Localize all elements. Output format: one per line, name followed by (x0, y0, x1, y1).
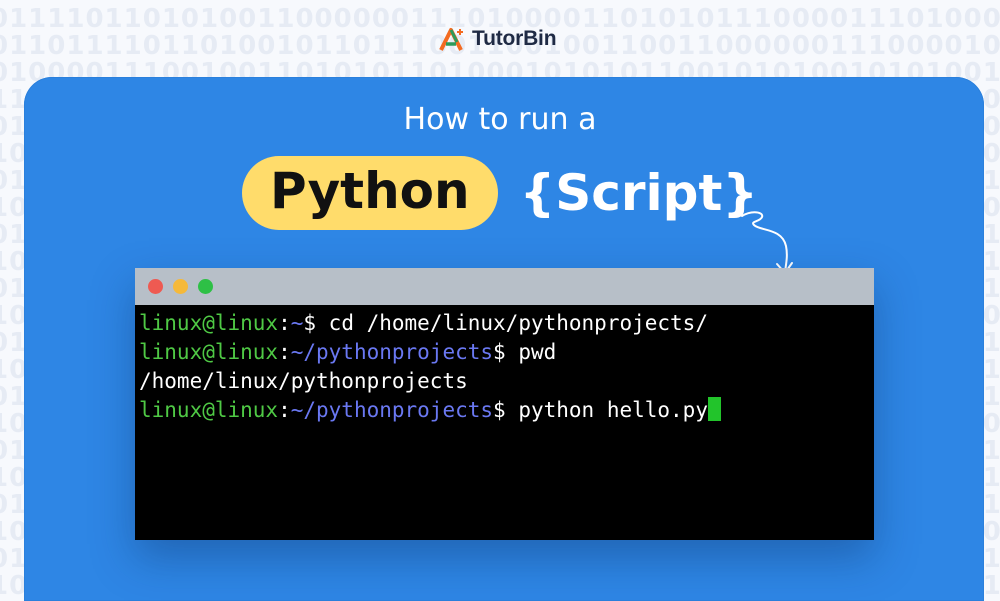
terminal-line[interactable]: linux@linux:~/pythonprojects$ python hel… (139, 396, 874, 425)
command-output: /home/linux/pythonprojects (139, 369, 468, 393)
minimize-window-button[interactable] (173, 279, 188, 294)
brand-header[interactable]: TutorBin (438, 24, 557, 54)
terminal-line: linux@linux:~/pythonprojects$ pwd (139, 338, 874, 367)
script-word: {Script} (519, 164, 758, 222)
prompt-colon: : (278, 340, 291, 364)
prompt-path: ~/pythonprojects (290, 398, 494, 422)
command-text: $ cd /home/linux/pythonprojects/ (303, 311, 708, 335)
prompt-path: ~/pythonprojects (290, 340, 494, 364)
command-text: $ python hello.py (493, 398, 708, 422)
prompt-path: ~ (290, 311, 304, 335)
prompt-user: linux@linux (139, 311, 279, 335)
python-highlight: Python (242, 156, 498, 230)
heading-line2: Python {Script} (0, 156, 1000, 230)
terminal-titlebar[interactable] (135, 268, 874, 305)
prompt-colon: : (278, 311, 291, 335)
terminal-window[interactable]: linux@linux:~$ cd /home/linux/pythonproj… (135, 268, 874, 540)
terminal-line: /home/linux/pythonprojects (139, 367, 874, 396)
close-window-button[interactable] (148, 279, 163, 294)
maximize-window-button[interactable] (198, 279, 213, 294)
command-text: $ pwd (493, 340, 557, 364)
terminal-line: linux@linux:~$ cd /home/linux/pythonproj… (139, 309, 874, 338)
prompt-user: linux@linux (139, 398, 279, 422)
prompt-user: linux@linux (139, 340, 279, 364)
terminal-body[interactable]: linux@linux:~$ cd /home/linux/pythonproj… (135, 305, 874, 540)
brand-name: TutorBin (472, 27, 557, 50)
text-cursor (707, 397, 721, 421)
tutorbin-logo-icon (439, 28, 463, 51)
prompt-colon: : (278, 398, 291, 422)
heading-line1: How to run a (403, 102, 597, 137)
